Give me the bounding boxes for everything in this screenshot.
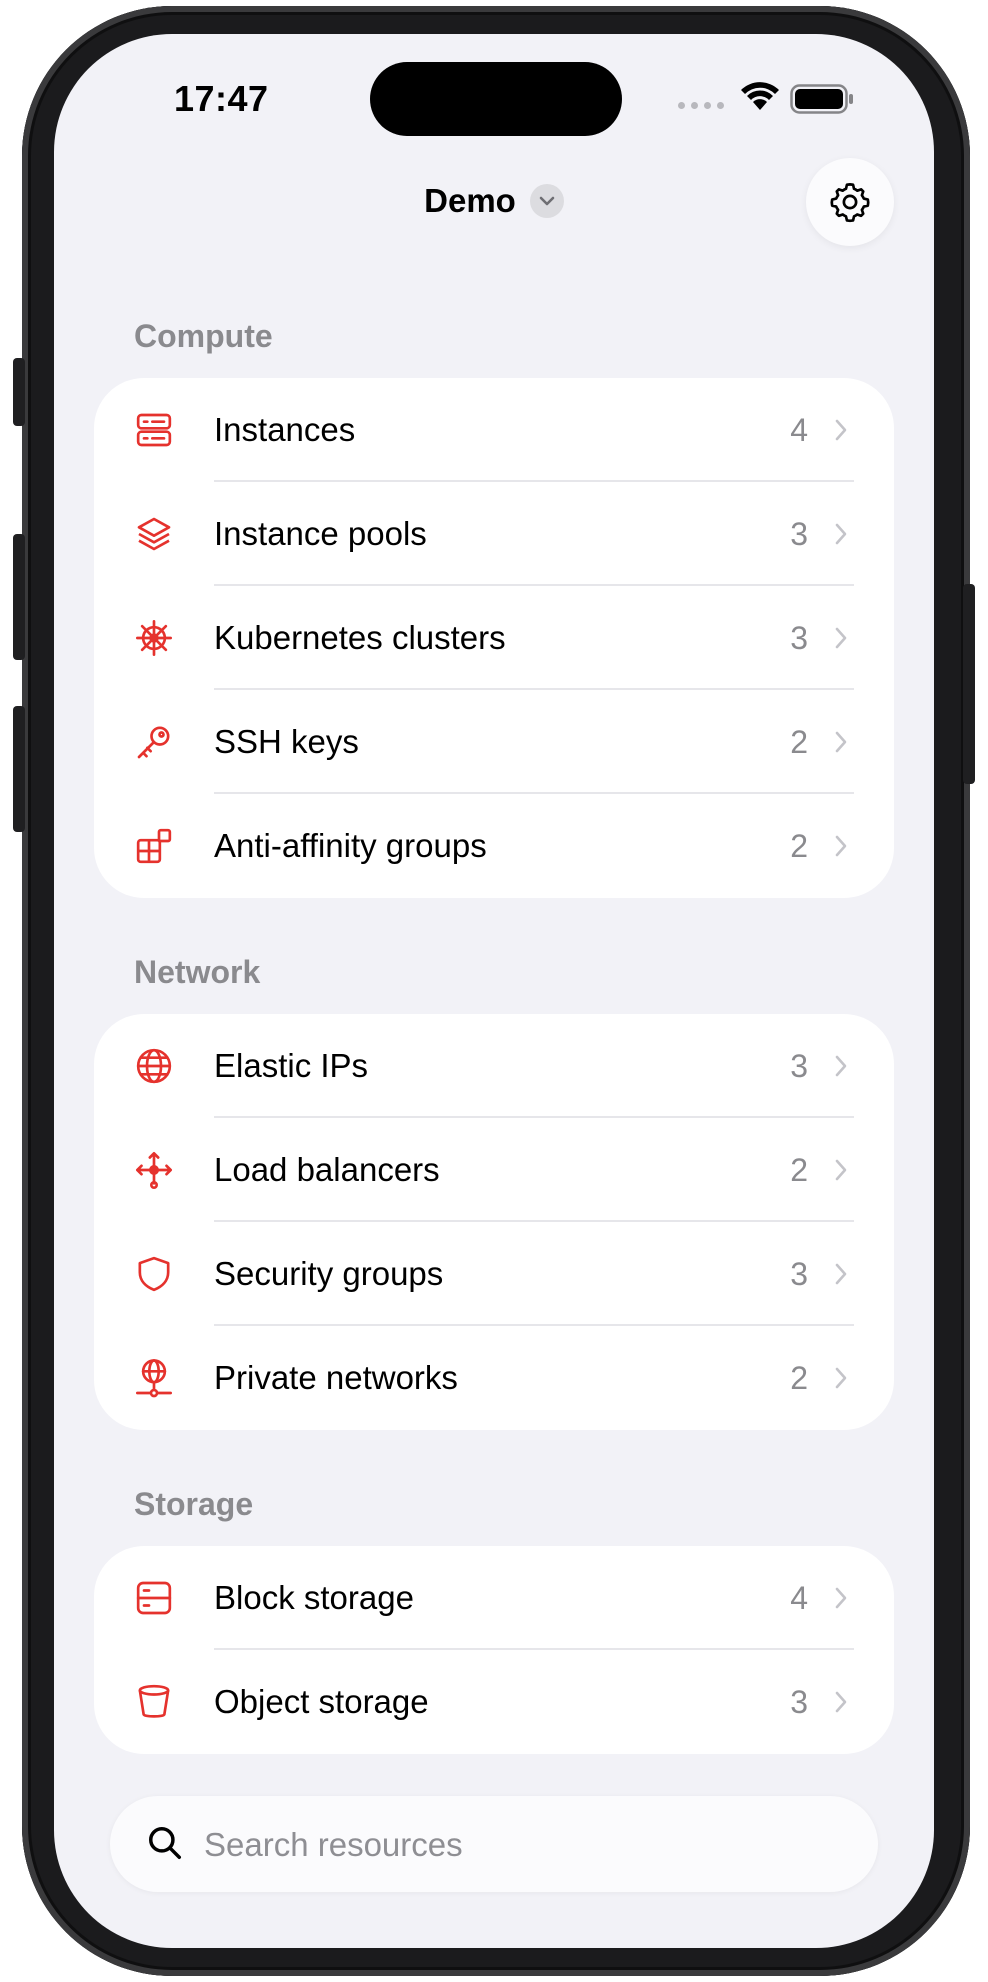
key-icon bbox=[134, 722, 174, 762]
list-item-anti-affinity-groups[interactable]: Anti-affinity groups 2 bbox=[94, 794, 894, 898]
settings-button[interactable] bbox=[806, 158, 894, 246]
volume-up-button bbox=[13, 534, 25, 660]
chevron-right-icon bbox=[835, 1263, 847, 1285]
account-switcher[interactable]: Demo bbox=[424, 182, 564, 220]
globe-icon bbox=[134, 1046, 174, 1086]
split-arrows-icon bbox=[134, 1150, 174, 1190]
list-item-kubernetes-clusters[interactable]: Kubernetes clusters 3 bbox=[94, 586, 894, 690]
row-label: Private networks bbox=[214, 1359, 458, 1396]
dynamic-island bbox=[370, 62, 622, 136]
layers-icon bbox=[134, 514, 174, 554]
chevron-right-icon bbox=[835, 731, 847, 753]
row-count: 2 bbox=[790, 1359, 808, 1396]
list-item-elastic-ips[interactable]: Elastic IPs 3 bbox=[94, 1014, 894, 1118]
chevron-right-icon bbox=[835, 835, 847, 857]
chevron-right-icon bbox=[835, 1055, 847, 1077]
row-label: Elastic IPs bbox=[214, 1047, 369, 1084]
chevron-down-icon bbox=[529, 184, 564, 218]
section-label-network: Network bbox=[134, 954, 261, 990]
list-item-object-storage[interactable]: Object storage 3 bbox=[94, 1650, 894, 1754]
row-label: Anti-affinity groups bbox=[214, 827, 487, 864]
power-button bbox=[963, 584, 975, 784]
section-label-compute: Compute bbox=[134, 318, 273, 354]
section-label-storage: Storage bbox=[134, 1486, 254, 1522]
row-count: 3 bbox=[790, 619, 808, 656]
network-globe-icon bbox=[134, 1358, 174, 1398]
block-storage-icon bbox=[134, 1578, 174, 1618]
status-time: 17:47 bbox=[174, 78, 269, 119]
row-label: Load balancers bbox=[214, 1151, 440, 1188]
volume-down-button bbox=[13, 706, 25, 832]
row-count: 2 bbox=[790, 1151, 808, 1188]
blocks-icon bbox=[134, 826, 174, 866]
list-item-private-networks[interactable]: Private networks 2 bbox=[94, 1326, 894, 1430]
row-count: 4 bbox=[790, 1579, 808, 1616]
chevron-right-icon bbox=[835, 627, 847, 649]
battery-icon bbox=[790, 84, 853, 114]
row-count: 3 bbox=[790, 1047, 808, 1084]
row-count: 4 bbox=[790, 411, 808, 448]
row-label: Object storage bbox=[214, 1683, 429, 1720]
row-count: 3 bbox=[790, 1683, 808, 1720]
list-item-ssh-keys[interactable]: SSH keys 2 bbox=[94, 690, 894, 794]
row-count: 3 bbox=[790, 1255, 808, 1292]
compute-card: Instances 4 Instance pools 3 Kubernetes … bbox=[94, 378, 894, 898]
row-count: 2 bbox=[790, 723, 808, 760]
search-bar[interactable] bbox=[110, 1796, 878, 1892]
bucket-icon bbox=[134, 1682, 174, 1722]
chevron-right-icon bbox=[835, 523, 847, 545]
chevron-right-icon bbox=[835, 419, 847, 441]
wifi-icon bbox=[741, 82, 779, 110]
row-label: Instance pools bbox=[214, 515, 427, 552]
chevron-right-icon bbox=[835, 1587, 847, 1609]
search-input[interactable] bbox=[202, 1814, 846, 1876]
chevron-right-icon bbox=[835, 1159, 847, 1181]
search-icon bbox=[149, 1827, 181, 1859]
screen: 17:47 Demo Compute Instances 4 Instance … bbox=[54, 34, 934, 1948]
list-item-block-storage[interactable]: Block storage 4 bbox=[94, 1546, 894, 1650]
action-button bbox=[13, 358, 25, 426]
network-card: Elastic IPs 3 Load balancers 2 Security … bbox=[94, 1014, 894, 1430]
storage-card: Block storage 4 Object storage 3 bbox=[94, 1546, 894, 1754]
server-icon bbox=[134, 410, 174, 450]
cellular-signal-icon bbox=[678, 102, 724, 109]
row-label: Kubernetes clusters bbox=[214, 619, 506, 656]
list-item-instance-pools[interactable]: Instance pools 3 bbox=[94, 482, 894, 586]
row-label: SSH keys bbox=[214, 723, 359, 760]
row-count: 2 bbox=[790, 827, 808, 864]
helm-icon bbox=[134, 618, 174, 658]
row-count: 3 bbox=[790, 515, 808, 552]
row-label: Instances bbox=[214, 411, 356, 448]
list-item-security-groups[interactable]: Security groups 3 bbox=[94, 1222, 894, 1326]
list-item-instances[interactable]: Instances 4 bbox=[94, 378, 894, 482]
gear-icon bbox=[830, 183, 870, 223]
chevron-right-icon bbox=[835, 1691, 847, 1713]
shield-icon bbox=[134, 1254, 174, 1294]
row-label: Block storage bbox=[214, 1579, 414, 1616]
chevron-right-icon bbox=[835, 1367, 847, 1389]
list-item-load-balancers[interactable]: Load balancers 2 bbox=[94, 1118, 894, 1222]
row-label: Security groups bbox=[214, 1255, 444, 1292]
header: Demo bbox=[54, 182, 934, 220]
page-title: Demo bbox=[424, 182, 516, 219]
